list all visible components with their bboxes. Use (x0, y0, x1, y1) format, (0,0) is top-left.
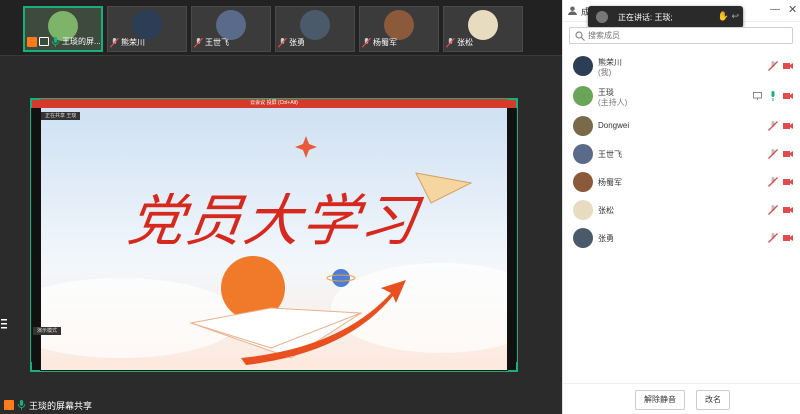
member-row[interactable]: 熊荣川 (我) (562, 52, 800, 82)
mic-on-icon (51, 36, 60, 47)
mic-muted-icon[interactable] (768, 149, 778, 159)
focus-corner (508, 98, 518, 108)
screen-share-label-text: 王琰的屏幕共享 (29, 400, 93, 411)
camera-off-icon[interactable] (783, 122, 793, 130)
member-row[interactable]: 张勇 (562, 224, 800, 252)
mic-muted-icon[interactable] (768, 121, 778, 131)
camera-off-icon[interactable] (783, 150, 793, 158)
member-name: 王世飞 (598, 150, 622, 159)
member-name: Dongwei (598, 121, 630, 130)
menu-icon[interactable] (0, 318, 8, 330)
meeting-area: 王琰的屏... 熊荣川 王世飞 张勇 杨蜀军 张松 云会议 投屏 (Ctrl+A… (0, 0, 562, 414)
search-icon (575, 31, 585, 41)
sharing-status-tag: 正在共享 王琰 (41, 112, 81, 120)
member-name: 张勇 (598, 234, 614, 243)
close-icon[interactable]: ✕ (788, 3, 797, 16)
presenter-toolbar: 云会议 投屏 (Ctrl+Alt) (31, 99, 517, 108)
member-name: 杨蜀军 (598, 178, 622, 187)
avatar (573, 56, 593, 76)
mic-muted-icon (278, 37, 287, 48)
thumbnail-label: 熊荣川 (110, 36, 145, 49)
member-name: 张松 (598, 206, 614, 215)
search-input[interactable] (588, 29, 788, 42)
member-row[interactable]: 张松 (562, 196, 800, 224)
member-row[interactable]: 王琰 (主持人) (562, 82, 800, 112)
host-badge-icon (4, 400, 14, 410)
thumbnail-label: 张勇 (278, 36, 305, 49)
camera-off-icon[interactable] (783, 62, 793, 70)
mic-muted-icon (446, 37, 455, 48)
host-badge-icon (27, 36, 37, 47)
raise-hand-icon[interactable]: ✋ ↩ (718, 11, 739, 22)
avatar (573, 116, 593, 136)
screen-share-icon (753, 92, 762, 100)
screen-share-icon (39, 37, 49, 46)
avatar (573, 144, 593, 164)
thumbnail-label: 王琰的屏... (27, 35, 101, 48)
mic-muted-icon (194, 37, 203, 48)
thumbnail-participant[interactable]: 杨蜀军 (359, 6, 439, 52)
thumbnail-participant[interactable]: 王世飞 (191, 6, 271, 52)
user-icon (568, 6, 577, 15)
member-row[interactable]: 王世飞 (562, 140, 800, 168)
member-panel-footer: 解除静音 改名 (563, 383, 800, 414)
avatar (573, 228, 593, 248)
focus-corner (30, 362, 40, 372)
avatar (573, 200, 593, 220)
thumbnail-participant[interactable]: 张松 (443, 6, 523, 52)
thumbnail-name: 熊荣川 (121, 38, 145, 47)
speaker-avatar (596, 11, 608, 23)
thumbnail-participant[interactable]: 熊荣川 (107, 6, 187, 52)
camera-off-icon[interactable] (783, 206, 793, 214)
presentation-mode-tag: 演示模式 (33, 327, 62, 335)
presentation-slide: 党员大学习 (41, 108, 507, 370)
rename-button[interactable]: 改名 (696, 390, 730, 410)
screen-share-label: 王琰的屏幕共享 (4, 398, 92, 412)
thumbnail-label: 杨蜀军 (362, 36, 397, 49)
mic-on-icon[interactable] (768, 91, 778, 101)
avatar (573, 172, 593, 192)
mic-on-icon (17, 400, 26, 410)
thumbnail-label: 张松 (446, 36, 473, 49)
thumbnail-name: 王琰的屏... (62, 37, 101, 46)
minimize-icon[interactable]: — (770, 4, 780, 15)
thumbnail-label: 王世飞 (194, 36, 229, 49)
camera-off-icon[interactable] (783, 92, 793, 100)
focus-corner (508, 362, 518, 372)
camera-off-icon[interactable] (783, 234, 793, 242)
mic-muted-icon (110, 37, 119, 48)
thumbnail-name: 张勇 (289, 38, 305, 47)
avatar (573, 86, 593, 106)
speaking-label: 正在讲话: 王琰; (618, 13, 673, 22)
thumbnail-participant[interactable]: 张勇 (275, 6, 355, 52)
meeting-window: 王琰的屏... 熊荣川 王世飞 张勇 杨蜀军 张松 云会议 投屏 (Ctrl+A… (0, 0, 800, 414)
camera-off-icon[interactable] (783, 178, 793, 186)
thumbnail-name: 杨蜀军 (373, 38, 397, 47)
mic-muted-icon[interactable] (768, 61, 778, 71)
slide-title: 党员大学习 (123, 189, 423, 254)
thumbnail-name: 张松 (457, 38, 473, 47)
member-role: (主持人) (598, 98, 628, 107)
speaking-indicator: 正在讲话: 王琰; ✋ ↩ (588, 6, 743, 28)
focus-corner (30, 98, 40, 108)
participant-thumbnail-bar: 王琰的屏... 熊荣川 王世飞 张勇 杨蜀军 张松 (0, 0, 562, 56)
mic-muted-icon[interactable] (768, 233, 778, 243)
member-role: (我) (598, 68, 612, 77)
unmute-all-button[interactable]: 解除静音 (635, 390, 685, 410)
mic-muted-icon[interactable] (768, 177, 778, 187)
member-row[interactable]: Dongwei (562, 112, 800, 140)
thumbnail-screen-share[interactable]: 王琰的屏... (23, 6, 103, 52)
member-list: 熊荣川 (我) 王琰 (主持人) Dongwei 王世飞 杨蜀军 张松 张勇 (562, 52, 800, 252)
mic-muted-icon (362, 37, 371, 48)
slide-right-gutter (507, 108, 516, 370)
presenter-toolbar-label: 云会议 投屏 (Ctrl+Alt) (250, 100, 298, 106)
member-row[interactable]: 杨蜀军 (562, 168, 800, 196)
member-search[interactable] (569, 27, 793, 44)
thumbnail-name: 王世飞 (205, 38, 229, 47)
shared-screen-stage[interactable]: 云会议 投屏 (Ctrl+Alt) 党员大学习 正在共享 王琰 演示模式 (30, 98, 518, 372)
mic-muted-icon[interactable] (768, 205, 778, 215)
